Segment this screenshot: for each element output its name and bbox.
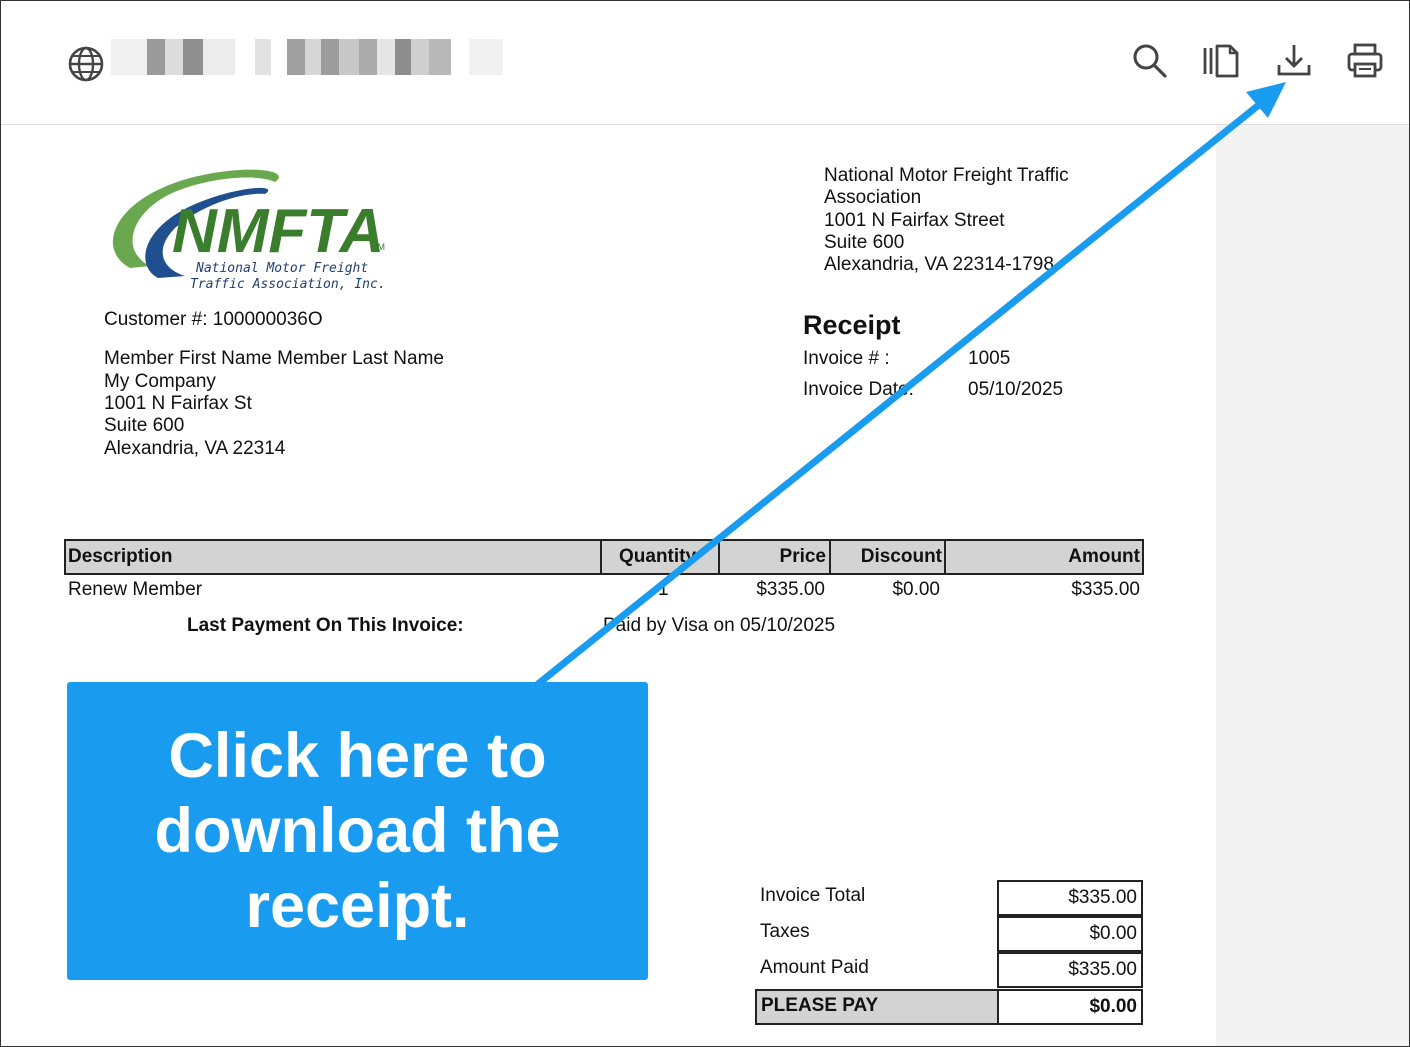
print-icon[interactable] [1346, 41, 1384, 81]
row-amount: $335.00 [1071, 579, 1140, 600]
header-price: Price [779, 546, 826, 567]
invoice-total-label: Invoice Total [760, 885, 866, 906]
logo-line2: Traffic Association, Inc. [190, 277, 386, 292]
invoice-date-label: Invoice Date: [803, 379, 914, 400]
invoice-number: 1005 [968, 348, 1011, 369]
globe-icon[interactable] [67, 45, 105, 83]
invoice-number-label: Invoice # : [803, 348, 890, 369]
please-pay-label: PLEASE PAY [755, 989, 999, 1025]
taxes-value: $0.00 [997, 916, 1143, 952]
org-address-line2: Association [824, 187, 922, 208]
nmfta-logo: NMFTA TM National Motor Freight Traffic … [112, 169, 386, 292]
header-description: Description [68, 546, 173, 567]
blurred-url [111, 39, 503, 75]
download-callout: Click here to download the receipt. [67, 682, 648, 980]
logo-wordmark: NMFTA [172, 197, 384, 266]
customer-number: Customer #: 100000036O [104, 309, 323, 330]
org-address-line3: 1001 N Fairfax Street [824, 210, 1005, 231]
customer-company: My Company [104, 371, 216, 392]
page-view-icon[interactable] [1201, 41, 1239, 81]
logo-line1: National Motor Freight [195, 261, 368, 276]
org-address-line4: Suite 600 [824, 232, 905, 253]
row-quantity: 1 [658, 579, 669, 600]
header-quantity: Quantity [619, 546, 697, 567]
header-amount: Amount [1068, 546, 1140, 567]
last-payment-label: Last Payment On This Invoice: [187, 615, 464, 636]
download-icon[interactable] [1275, 41, 1313, 81]
taxes-label: Taxes [760, 921, 810, 942]
header-discount: Discount [860, 546, 942, 567]
customer-street: 1001 N Fairfax St [104, 393, 252, 414]
receipt-title: Receipt [803, 310, 901, 340]
search-icon[interactable] [1131, 41, 1169, 81]
line-items-header: Description Quantity Price Discount Amou… [64, 539, 1144, 575]
callout-text: Click here to download the receipt. [154, 720, 561, 941]
customer-city: Alexandria, VA 22314 [104, 438, 286, 459]
viewer-toolbar [1, 1, 1409, 125]
viewer-gutter [1216, 125, 1409, 1046]
row-discount: $0.00 [892, 579, 940, 600]
please-pay-value: $0.00 [997, 989, 1143, 1025]
invoice-date: 05/10/2025 [968, 379, 1064, 400]
customer-name: Member First Name Member Last Name [104, 348, 444, 369]
customer-suite: Suite 600 [104, 415, 185, 436]
last-payment-value: Paid by Visa on 05/10/2025 [603, 615, 836, 636]
amount-paid-value: $335.00 [997, 952, 1143, 988]
row-description: Renew Member [68, 579, 203, 600]
invoice-total-value: $335.00 [997, 880, 1143, 916]
logo-tm: TM [372, 242, 385, 252]
org-address-line1: National Motor Freight Traffic [824, 165, 1069, 186]
amount-paid-label: Amount Paid [760, 957, 869, 978]
org-address-line5: Alexandria, VA 22314-1798 [824, 254, 1054, 275]
row-price: $335.00 [756, 579, 825, 600]
